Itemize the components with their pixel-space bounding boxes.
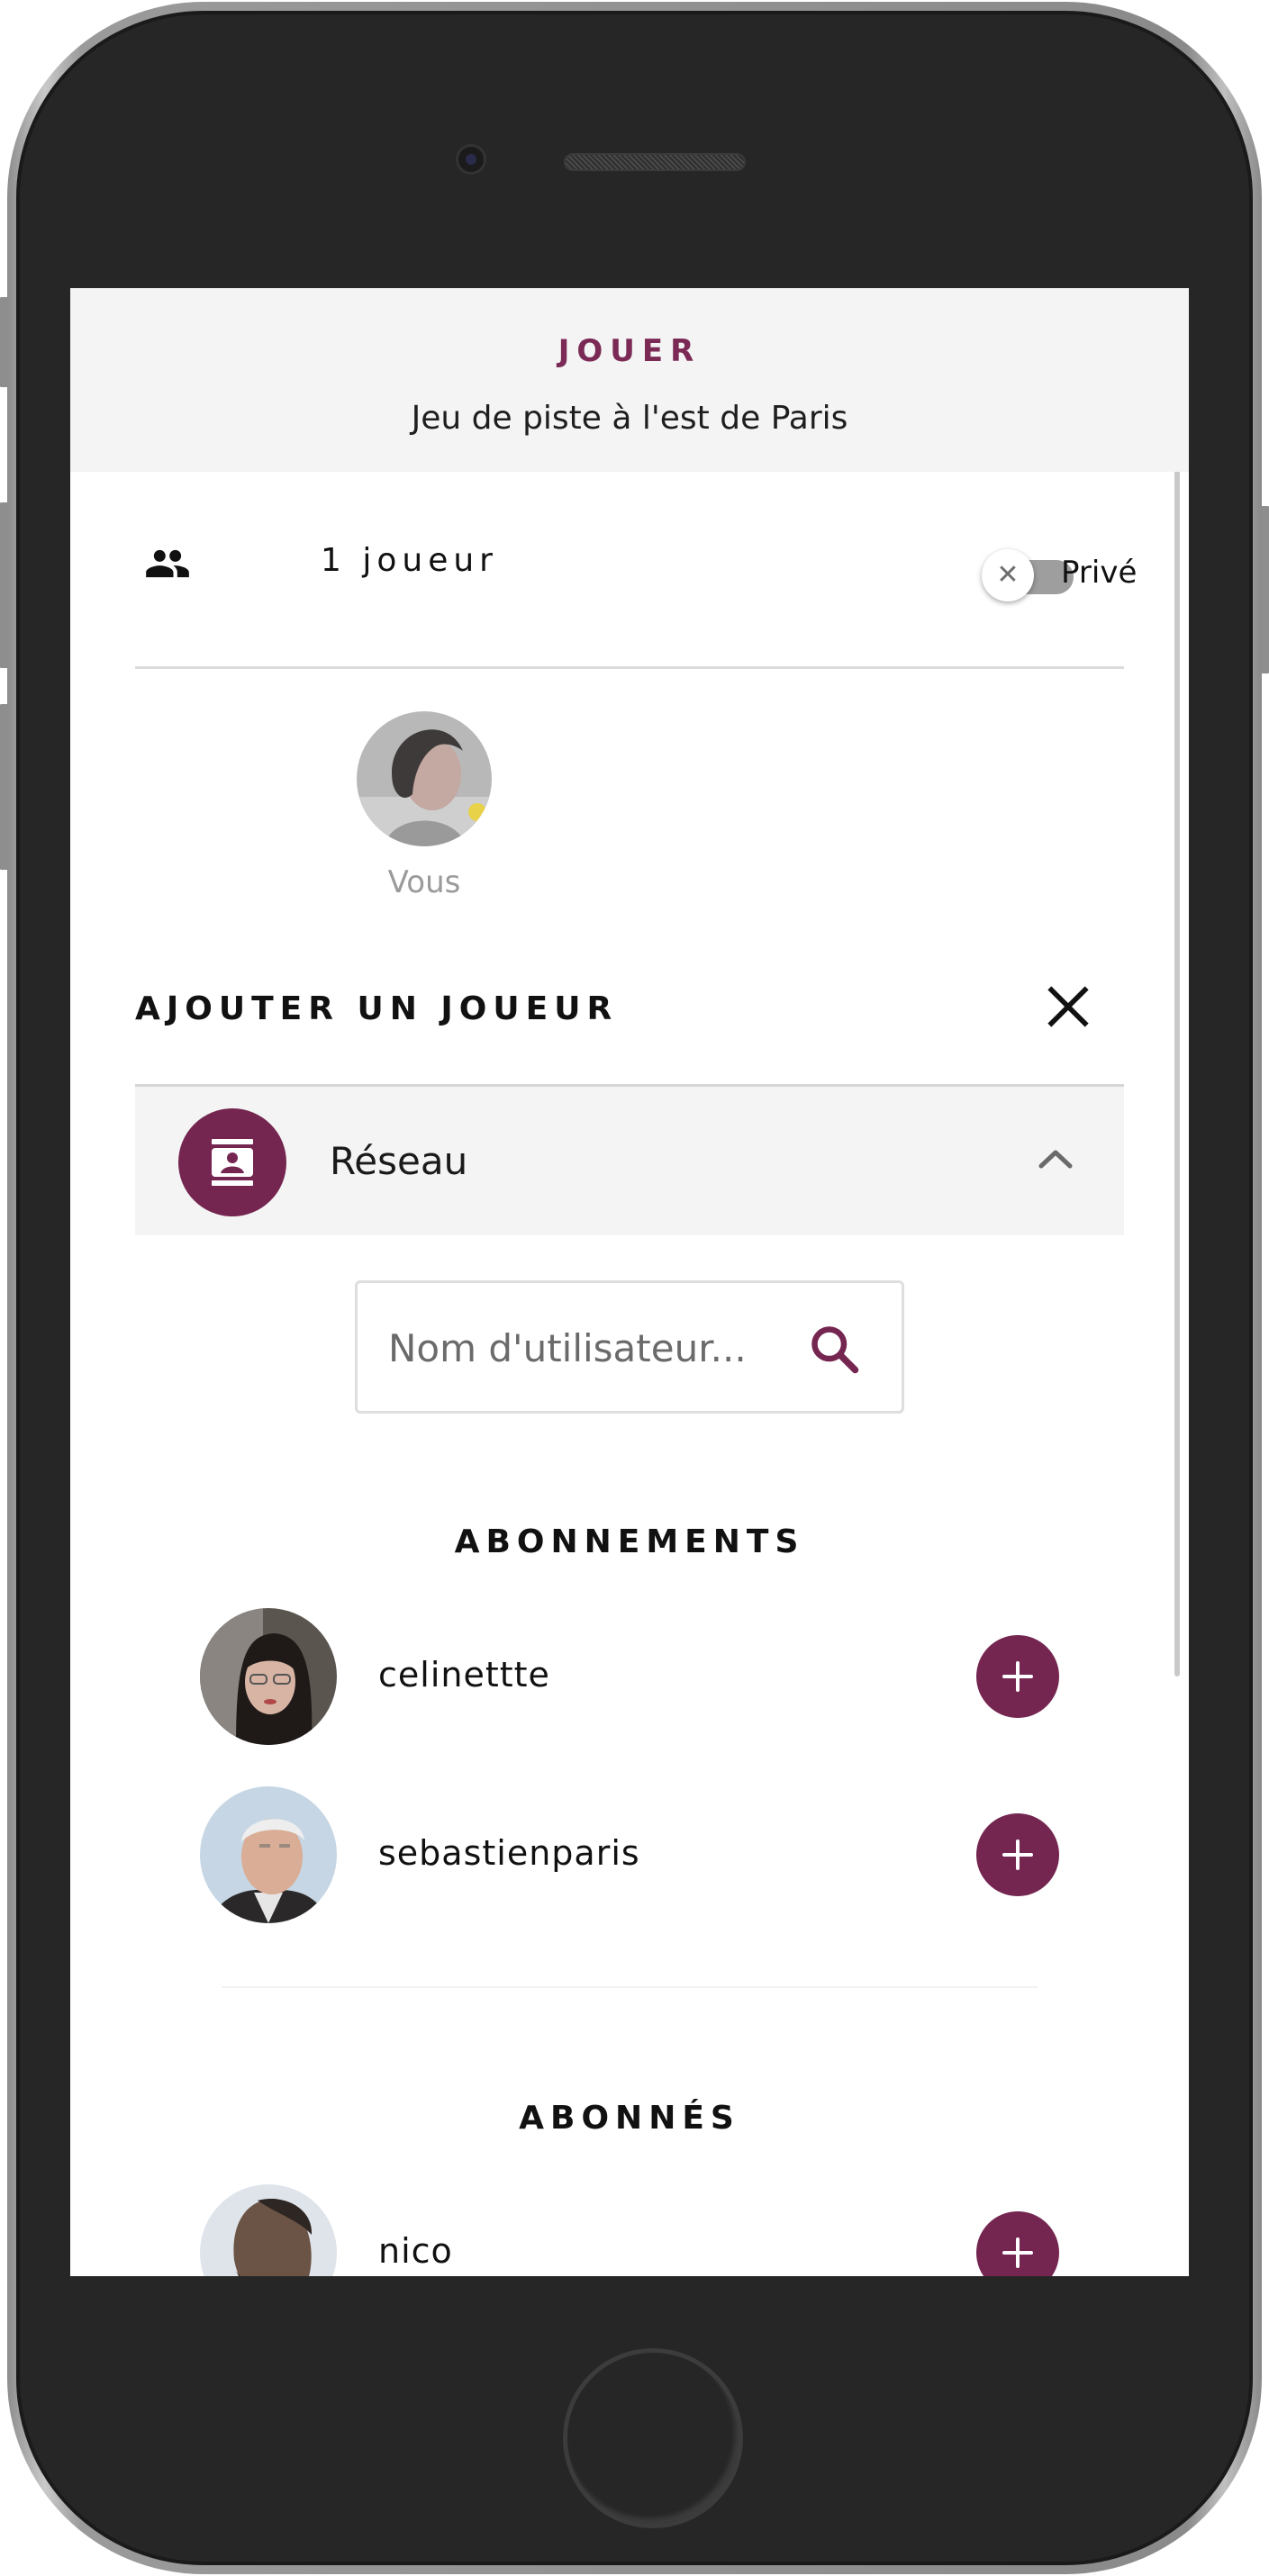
list-item: celinettte xyxy=(200,1608,1065,1745)
network-accordion[interactable]: Réseau xyxy=(135,1084,1124,1235)
search-icon[interactable] xyxy=(808,1323,862,1377)
power-button xyxy=(1262,506,1269,673)
avatar xyxy=(200,2184,337,2276)
divider xyxy=(135,666,1124,669)
volume-up-button xyxy=(0,502,7,668)
username: celinettte xyxy=(378,1655,550,1695)
player-count: 1 joueur xyxy=(321,542,498,579)
players-summary: 1 joueur ✕ Privé xyxy=(135,540,1137,630)
add-user-button[interactable] xyxy=(976,1635,1059,1718)
avatar xyxy=(200,1786,337,1923)
plus-icon xyxy=(1002,1661,1033,1692)
subscriptions-title: ABONNEMENTS xyxy=(454,1523,805,1560)
username-search-input[interactable] xyxy=(388,1321,775,1375)
plus-icon xyxy=(1002,2237,1033,2268)
close-icon[interactable] xyxy=(1043,981,1093,1032)
list-item: sebastienparis xyxy=(200,1786,1065,1923)
username: sebastienparis xyxy=(378,1833,640,1873)
plus-icon xyxy=(1002,1839,1033,1870)
page-title: JOUER xyxy=(557,333,702,369)
volume-down-button xyxy=(0,704,7,870)
scrollbar[interactable] xyxy=(1174,299,1180,1677)
chevron-up-icon[interactable] xyxy=(1036,1144,1075,1171)
close-small-icon: ✕ xyxy=(982,549,1034,601)
divider xyxy=(222,1986,1038,1988)
add-player-title: AJOUTER UN JOUEUR xyxy=(135,990,619,1027)
people-icon xyxy=(146,549,189,578)
private-label: Privé xyxy=(1061,555,1138,591)
mute-switch xyxy=(0,297,7,387)
list-item: nico xyxy=(200,2184,1065,2276)
avatar-you xyxy=(357,711,492,846)
add-user-button[interactable] xyxy=(976,2211,1059,2276)
contact-card-icon xyxy=(212,1139,253,1186)
app-screen: JOUER Jeu de piste à l'est de Paris 1 jo… xyxy=(70,288,1189,2276)
earpiece-speaker xyxy=(564,153,746,171)
you-label: Vous xyxy=(387,864,461,900)
username: nico xyxy=(378,2231,453,2271)
search-box xyxy=(355,1280,904,1414)
avatar xyxy=(200,1608,337,1745)
game-subtitle: Jeu de piste à l'est de Paris xyxy=(411,400,848,437)
front-camera xyxy=(456,144,486,175)
add-user-button[interactable] xyxy=(976,1813,1059,1896)
home-button[interactable] xyxy=(563,2348,743,2528)
network-label: Réseau xyxy=(330,1139,468,1183)
network-badge xyxy=(178,1108,286,1216)
followers-title: ABONNÉS xyxy=(519,2100,740,2137)
page-header: JOUER Jeu de piste à l'est de Paris xyxy=(70,288,1189,472)
